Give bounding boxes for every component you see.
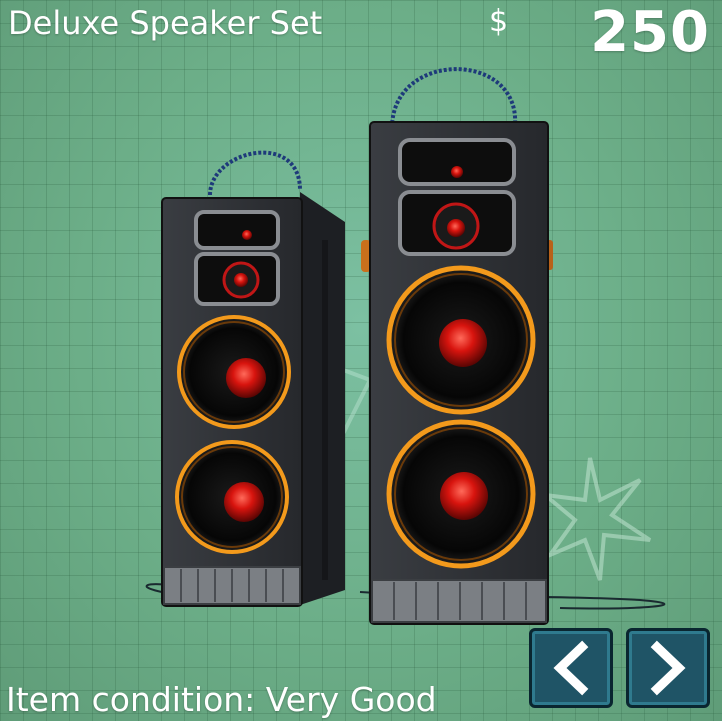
item-condition: Item condition: Very Good — [6, 680, 437, 719]
next-item-button[interactable] — [626, 628, 710, 708]
chevron-right-icon — [650, 640, 686, 696]
previous-item-button[interactable] — [529, 628, 613, 708]
chevron-left-icon — [553, 640, 589, 696]
left-speaker — [161, 150, 345, 607]
right-speaker — [361, 67, 553, 625]
star-decoration-icon — [538, 457, 652, 581]
speaker-set-image — [145, 67, 666, 625]
